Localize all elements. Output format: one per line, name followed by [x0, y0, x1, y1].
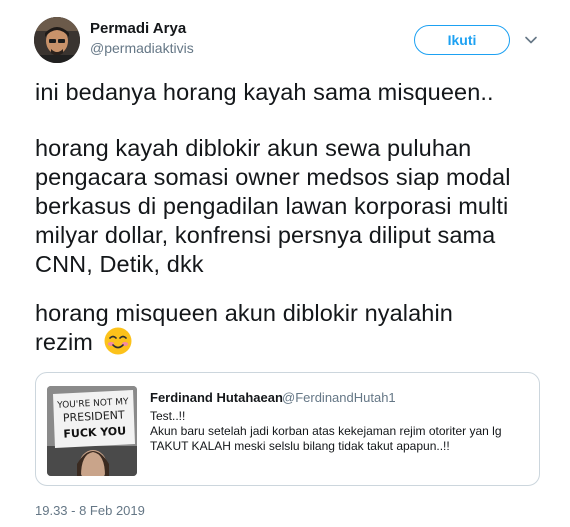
author-handle[interactable]: @permadiaktivis: [90, 40, 194, 56]
tweet-text-line: horang misqueen akun diblokir nyalahin: [35, 300, 453, 326]
author-name[interactable]: Permadi Arya: [90, 20, 186, 37]
protest-sign-image: YOU'RE NOT MY PRESIDENT FUCK YOU: [47, 386, 137, 476]
tweet-text-line: berkasus di pengadilan lawan korporasi m…: [35, 193, 509, 219]
quoted-author-handle[interactable]: @FerdinandHutah1: [282, 390, 396, 405]
tweet-text-line: CNN, Detik, dkk: [35, 251, 204, 277]
tweet-text-line: rezim: [35, 329, 93, 355]
blushing-smile-emoji-icon: [104, 327, 132, 355]
tweet-timestamp[interactable]: 19.33 - 8 Feb 2019: [35, 503, 145, 518]
follow-button[interactable]: Ikuti: [414, 25, 510, 55]
quoted-tweet-image[interactable]: YOU'RE NOT MY PRESIDENT FUCK YOU: [47, 386, 137, 476]
tweet-text-line: horang kayah diblokir akun sewa puluhan: [35, 135, 472, 161]
chevron-down-icon[interactable]: [524, 33, 538, 47]
quoted-text-line: Test..!!: [150, 409, 186, 423]
quoted-text-line: Akun baru setelah jadi korban atas kekej…: [150, 424, 502, 438]
quoted-author-name[interactable]: Ferdinand Hutahaean: [150, 390, 283, 405]
tweet-text-line: milyar dollar, konfrensi persnya diliput…: [35, 222, 496, 248]
tweet-card: Permadi Arya @permadiaktivis Ikuti ini b…: [0, 0, 570, 527]
avatar[interactable]: [34, 17, 80, 63]
quoted-text-line: TAKUT KALAH meski selslu bilang tidak ta…: [150, 439, 450, 453]
tweet-text-line: pengacara somasi owner medsos siap modal: [35, 164, 511, 190]
tweet-text-line: ini bedanya horang kayah sama misqueen..: [35, 79, 494, 105]
quoted-tweet[interactable]: YOU'RE NOT MY PRESIDENT FUCK YOU Ferdina…: [35, 372, 540, 486]
avatar-photo: [34, 17, 80, 63]
